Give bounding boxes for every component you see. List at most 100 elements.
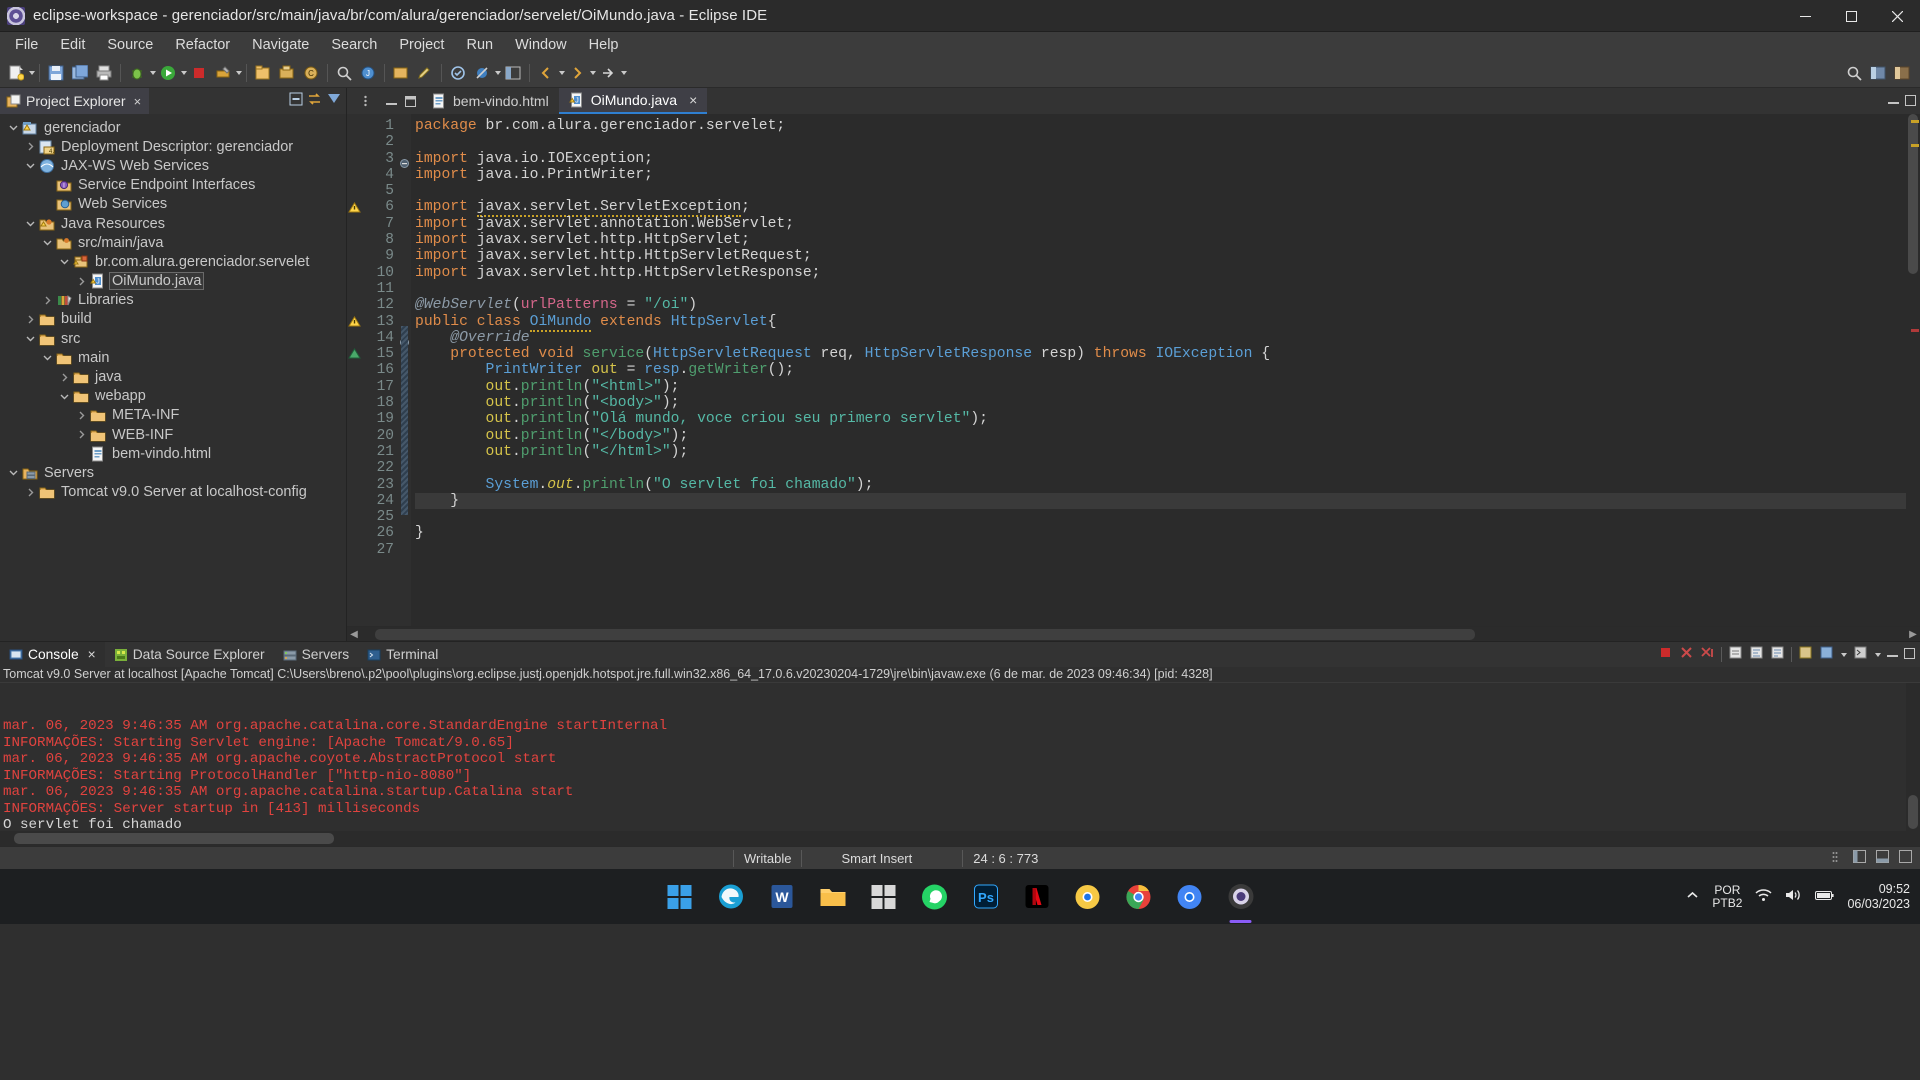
whatsapp-icon[interactable] bbox=[920, 882, 950, 912]
code-line[interactable]: System.out.println("O servlet foi chamad… bbox=[415, 477, 1920, 493]
editor-folding-column[interactable] bbox=[398, 114, 411, 626]
editor-horizontal-scrollbar[interactable]: ◀ ▶ bbox=[347, 626, 1920, 641]
show-hidden-icons-icon[interactable] bbox=[1686, 889, 1699, 905]
code-line[interactable]: } bbox=[415, 525, 1920, 541]
photoshop-icon[interactable]: Ps bbox=[971, 882, 1001, 912]
tree-item-servers[interactable]: Servers bbox=[0, 463, 346, 482]
editor-minimize-icon[interactable] bbox=[383, 88, 399, 114]
battery-icon[interactable] bbox=[1815, 889, 1835, 905]
back-dropdown-icon[interactable] bbox=[559, 70, 565, 75]
chevron-right-icon[interactable] bbox=[74, 277, 89, 286]
warning-marker-icon[interactable] bbox=[348, 201, 363, 215]
project-tree[interactable]: gerenciador 4.0 Deployment Descriptor: ger… bbox=[0, 114, 346, 641]
console-view-maximize-icon[interactable] bbox=[1904, 646, 1915, 664]
tree-item-meta-inf[interactable]: META-INF bbox=[0, 406, 346, 425]
code-line[interactable] bbox=[415, 460, 1920, 476]
menu-file[interactable]: File bbox=[4, 34, 49, 56]
word-icon[interactable]: W bbox=[767, 882, 797, 912]
chrome-beta-icon[interactable] bbox=[1175, 882, 1205, 912]
tree-item-bem-vindo-html[interactable]: bem-vindo.html bbox=[0, 444, 346, 463]
editor-source-text[interactable]: package br.com.alura.gerenciador.servele… bbox=[411, 114, 1920, 626]
console-view-minimize-icon[interactable] bbox=[1887, 646, 1898, 664]
status-drag-handle[interactable] bbox=[1822, 850, 1848, 867]
chevron-right-icon[interactable] bbox=[74, 430, 89, 439]
open-perspective-icon[interactable] bbox=[502, 62, 524, 84]
close-button[interactable] bbox=[1874, 0, 1920, 32]
maximize-button[interactable] bbox=[1828, 0, 1874, 32]
menu-source[interactable]: Source bbox=[96, 34, 164, 56]
editor-area-minimize-icon[interactable] bbox=[1888, 93, 1899, 111]
chevron-right-icon[interactable] bbox=[23, 488, 38, 497]
view-menu-icon[interactable] bbox=[326, 91, 342, 112]
tree-item-gerenciador[interactable]: gerenciador bbox=[0, 118, 346, 137]
chevron-right-icon[interactable] bbox=[74, 411, 89, 420]
chevron-down-icon[interactable] bbox=[57, 257, 72, 266]
tree-item-service-endpoint-interfaces[interactable]: I Service Endpoint Interfaces bbox=[0, 176, 346, 195]
run-external-tools-icon[interactable] bbox=[212, 62, 234, 84]
code-line[interactable]: out.println("</html>"); bbox=[415, 444, 1920, 460]
forward-dropdown-icon[interactable] bbox=[590, 70, 596, 75]
menu-run[interactable]: Run bbox=[455, 34, 504, 56]
quick-access-search-icon[interactable] bbox=[1843, 62, 1865, 84]
file-explorer-icon[interactable] bbox=[818, 882, 848, 912]
tree-item-webapp[interactable]: webapp bbox=[0, 387, 346, 406]
status-restore-icon[interactable] bbox=[1894, 850, 1920, 866]
editor-hscroll-track[interactable] bbox=[375, 628, 1892, 640]
tree-item-build[interactable]: build bbox=[0, 310, 346, 329]
fold-collapse-icon[interactable] bbox=[400, 155, 409, 173]
scroll-left-icon[interactable]: ◀ bbox=[347, 629, 361, 640]
menu-refactor[interactable]: Refactor bbox=[164, 34, 241, 56]
tree-item-tomcat-v9-0-server-at-localhost-config[interactable]: Tomcat v9.0 Server at localhost-config bbox=[0, 483, 346, 502]
menu-edit[interactable]: Edit bbox=[49, 34, 96, 56]
debug-icon[interactable] bbox=[126, 62, 148, 84]
editor-tab-oimundo-java[interactable]: J OiMundo.java × bbox=[558, 88, 708, 114]
tree-item-oimundo-java[interactable]: J OiMundo.java bbox=[0, 272, 346, 291]
console-tab-terminal[interactable]: Terminal bbox=[358, 642, 447, 667]
open-console-dropdown-icon[interactable] bbox=[1875, 652, 1881, 657]
code-line[interactable]: import java.io.PrintWriter; bbox=[415, 167, 1920, 183]
tree-item-web-services[interactable]: Web Services bbox=[0, 195, 346, 214]
code-line[interactable]: @WebServlet(urlPatterns = "/oi") bbox=[415, 297, 1920, 313]
code-line[interactable]: out.println("<body>"); bbox=[415, 395, 1920, 411]
back-nav-icon[interactable] bbox=[535, 62, 557, 84]
tree-item-src-main-java[interactable]: src/main/java bbox=[0, 233, 346, 252]
tree-item-java-resources[interactable]: Java Resources bbox=[0, 214, 346, 233]
collapse-all-icon[interactable] bbox=[288, 91, 304, 112]
open-resource-icon[interactable] bbox=[390, 62, 412, 84]
console-horizontal-scrollbar[interactable] bbox=[0, 831, 1920, 846]
new-class-icon[interactable]: C bbox=[300, 62, 322, 84]
chevron-down-icon[interactable] bbox=[40, 238, 55, 247]
tree-item-jax-ws-web-services[interactable]: JAX-WS Web Services bbox=[0, 156, 346, 175]
edge-icon[interactable] bbox=[716, 882, 746, 912]
chevron-down-icon[interactable] bbox=[23, 161, 38, 170]
new-wizard-icon[interactable] bbox=[5, 62, 27, 84]
chevron-down-icon[interactable] bbox=[6, 123, 21, 132]
overview-warning-marker[interactable] bbox=[1911, 120, 1919, 123]
code-line[interactable]: import javax.servlet.http.HttpServletReq… bbox=[415, 248, 1920, 264]
chevron-down-icon[interactable] bbox=[6, 468, 21, 477]
pin-console-icon[interactable] bbox=[1798, 645, 1813, 665]
stop-icon[interactable] bbox=[188, 62, 210, 84]
editor-maximize-icon[interactable] bbox=[399, 88, 421, 114]
tree-item-br-com-alura-gerenciador-servelet[interactable]: br.com.alura.gerenciador.servelet bbox=[0, 252, 346, 271]
menu-search[interactable]: Search bbox=[320, 34, 388, 56]
volume-icon[interactable] bbox=[1785, 888, 1802, 905]
close-icon[interactable]: × bbox=[689, 92, 697, 108]
toggle-mark-occurrences-icon[interactable] bbox=[447, 62, 469, 84]
console-tab-console[interactable]: Console × bbox=[0, 642, 105, 667]
code-line[interactable]: out.println("</body>"); bbox=[415, 428, 1920, 444]
next-annotation-dropdown-icon[interactable] bbox=[621, 70, 627, 75]
remove-all-launches-icon[interactable] bbox=[1700, 645, 1715, 665]
code-line[interactable]: import javax.servlet.http.HttpServletRes… bbox=[415, 265, 1920, 281]
tree-item-src[interactable]: src bbox=[0, 329, 346, 348]
run-icon[interactable] bbox=[157, 62, 179, 84]
code-line[interactable] bbox=[415, 281, 1920, 297]
tree-item-libraries[interactable]: Libraries bbox=[0, 291, 346, 310]
run-dropdown-icon[interactable] bbox=[181, 70, 187, 75]
code-line[interactable] bbox=[415, 134, 1920, 150]
tree-item-java[interactable]: java bbox=[0, 367, 346, 386]
code-editor[interactable]: 1 2 3 4 5 6 7 8 9 10 11 12 13 14 15 16 17 18 19 20 21 22 23 24 2… bbox=[347, 114, 1920, 626]
override-marker-icon[interactable] bbox=[348, 347, 363, 361]
wifi-icon[interactable] bbox=[1755, 888, 1772, 905]
code-line[interactable]: out.println("Olá mundo, voce criou seu p… bbox=[415, 411, 1920, 427]
